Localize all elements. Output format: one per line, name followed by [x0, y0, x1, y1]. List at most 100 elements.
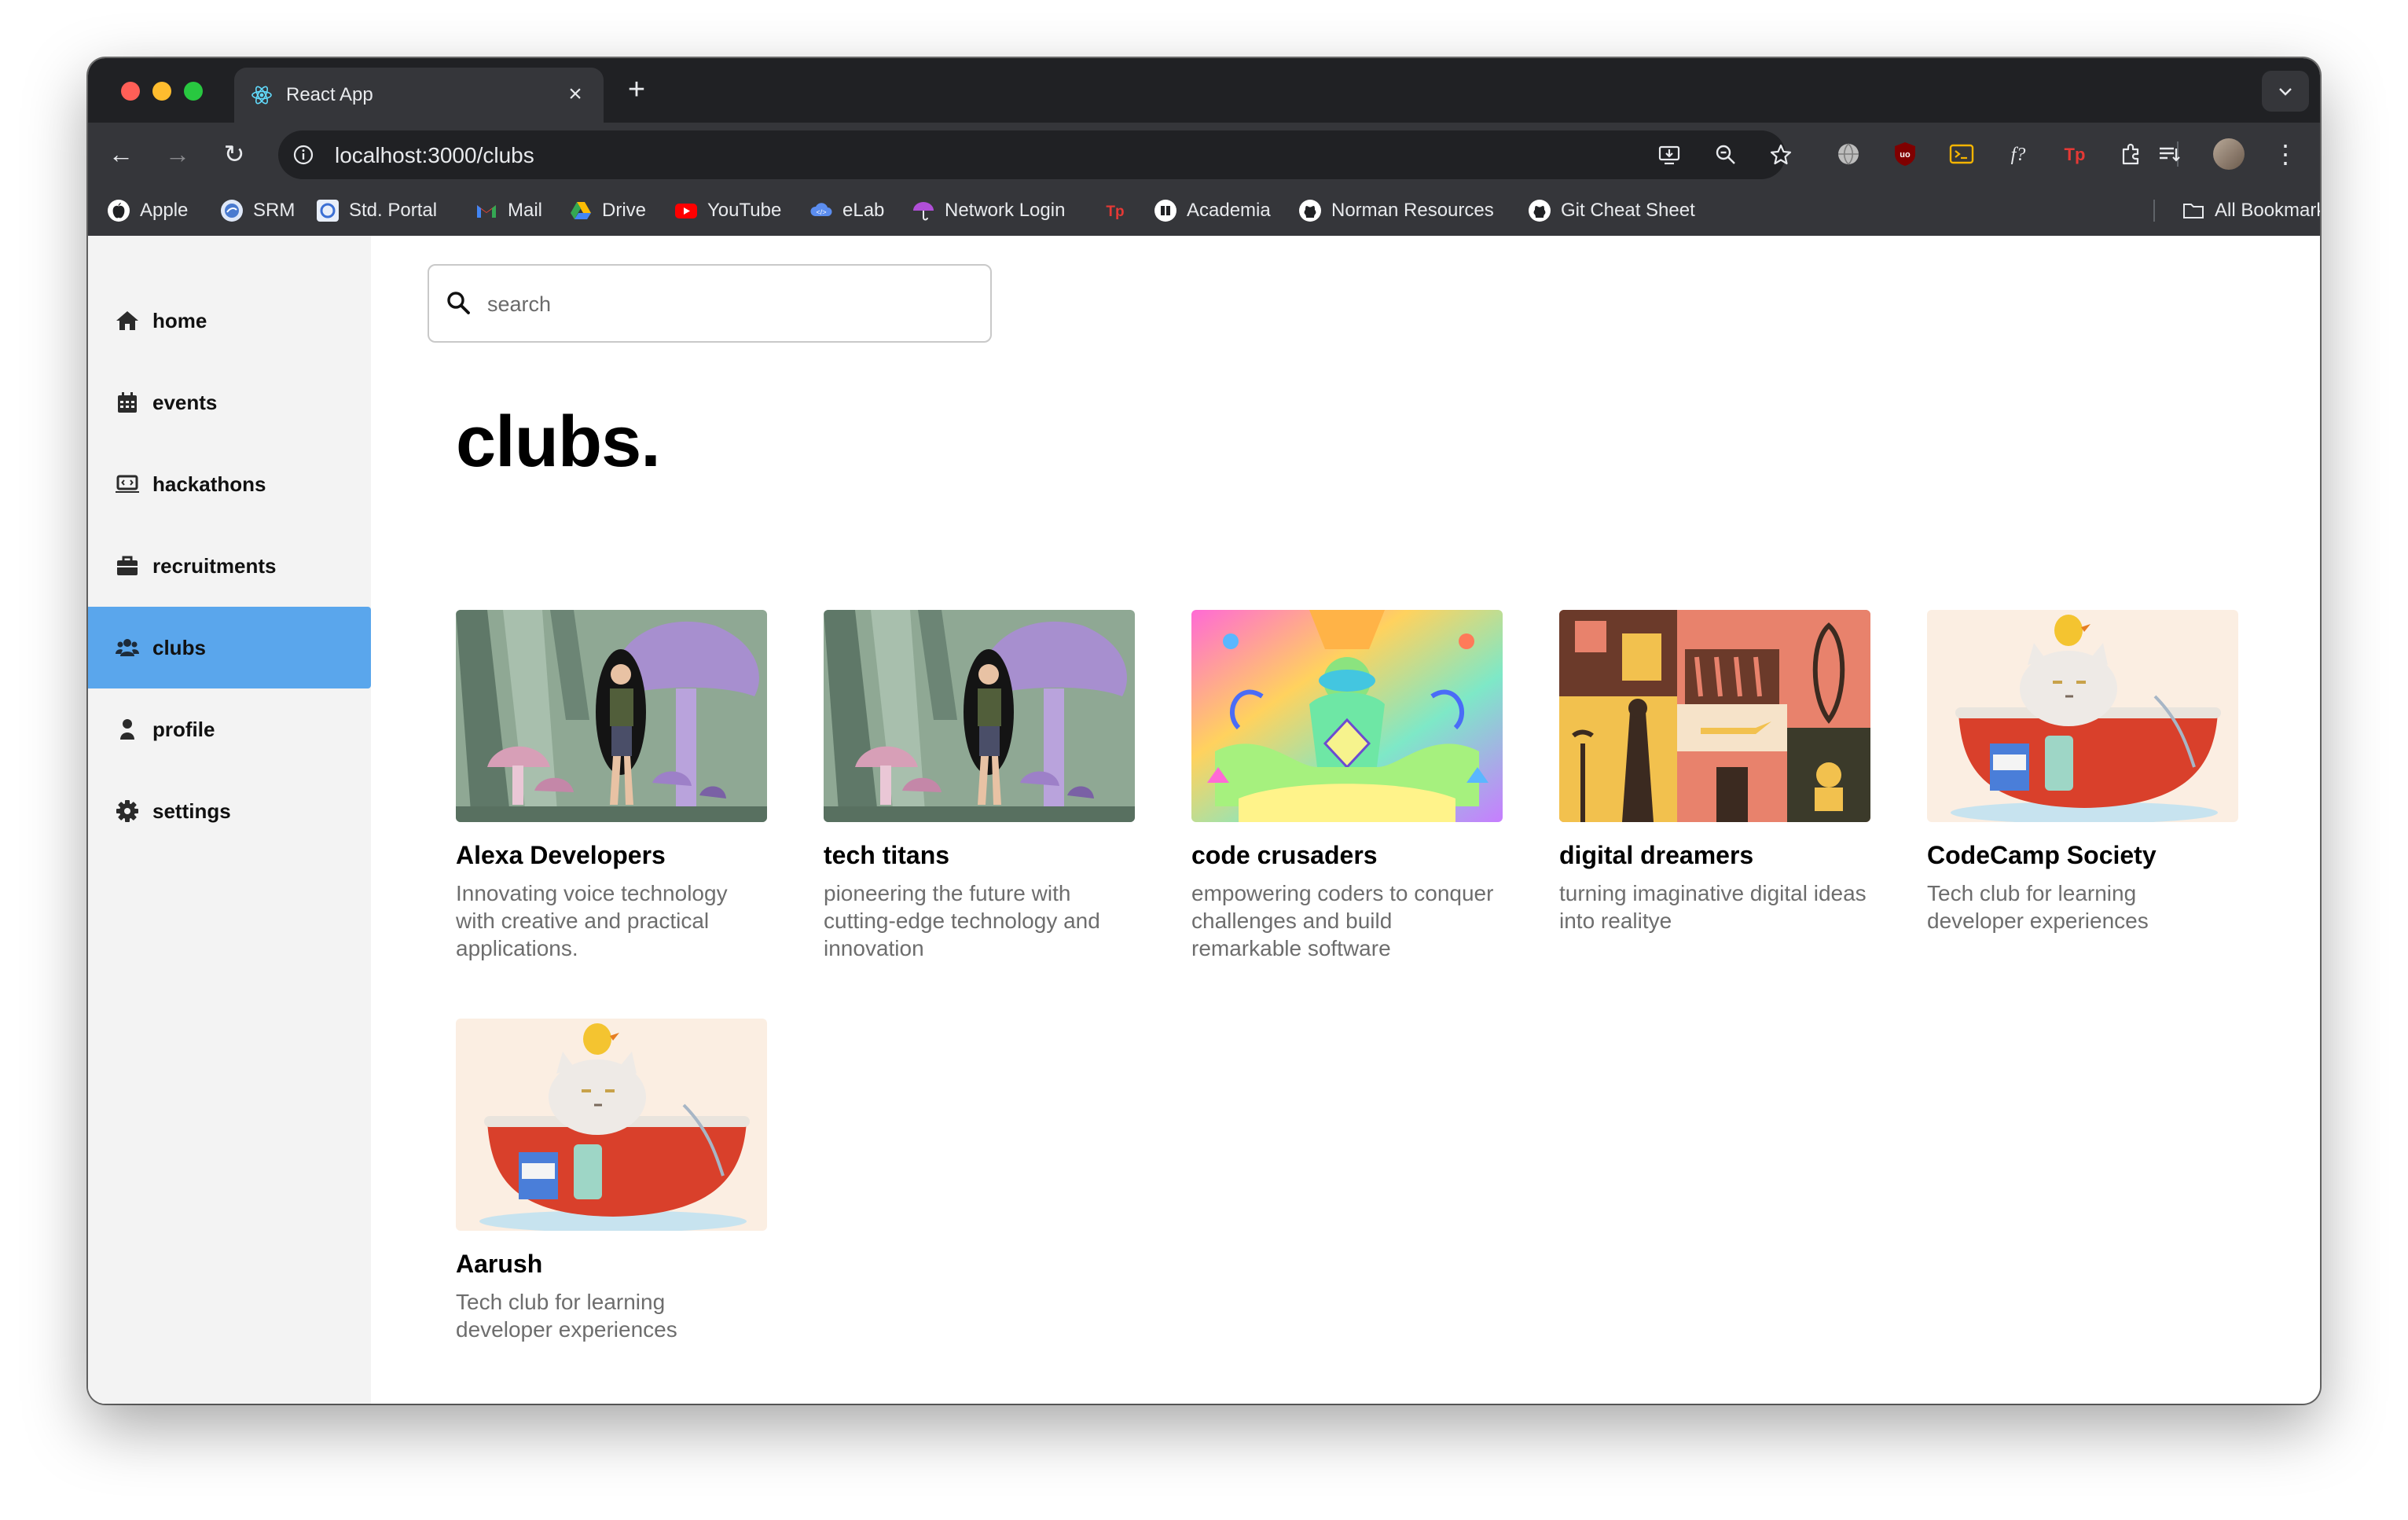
reading-list-icon[interactable]: [2155, 140, 2183, 168]
bookmarks-bar: Apple SRM Std. Portal Mail Drive YouTube…: [88, 185, 2320, 237]
club-image-psychedelic-meditation: [1191, 610, 1503, 822]
club-card[interactable]: CodeCamp Society Tech club for learning …: [1927, 610, 2238, 934]
browser-toolbar: ← → ↻ localhost:3000/clubs uo f? Tp ⋮: [88, 123, 2320, 185]
sidebar-item-recruitments[interactable]: recruitments: [88, 525, 371, 607]
address-bar[interactable]: localhost:3000/clubs: [278, 130, 1792, 179]
sidebar-item-label: clubs: [152, 635, 206, 659]
briefcase-icon: [117, 556, 138, 575]
bookmark-git-cheat-sheet[interactable]: Git Cheat Sheet: [1528, 196, 1695, 225]
github-icon: [1299, 200, 1321, 222]
sidebar-item-label: settings: [152, 799, 231, 823]
zoom-icon[interactable]: [1713, 142, 1738, 167]
search-box: [428, 264, 992, 343]
club-card[interactable]: code crusaders empowering coders to conq…: [1191, 610, 1503, 962]
club-image-mushroom-forest: [456, 610, 767, 822]
club-name: CodeCamp Society: [1927, 841, 2157, 869]
url-text: localhost:3000/clubs: [335, 143, 534, 167]
umbrella-icon: [913, 202, 934, 221]
sidebar-item-events[interactable]: events: [88, 362, 371, 443]
browser-menu-button[interactable]: ⋮: [2270, 138, 2301, 170]
apple-icon: [108, 200, 130, 222]
club-description: Innovating voice technology with creativ…: [456, 881, 728, 960]
bookmark-youtube[interactable]: YouTube: [674, 196, 781, 225]
tab-close-icon[interactable]: ×: [561, 80, 589, 108]
bookmark-norman-resources[interactable]: Norman Resources: [1298, 196, 1494, 225]
club-card[interactable]: Alexa Developers Innovating voice techno…: [456, 610, 767, 962]
club-image-cat-in-bathtub: [1927, 610, 2238, 822]
bookmark-label: Drive: [602, 200, 647, 221]
club-description: Tech club for learning developer experie…: [1927, 881, 2149, 933]
back-button[interactable]: ←: [105, 138, 137, 170]
function-extension-icon[interactable]: f?: [2004, 140, 2032, 168]
tab-strip: React App × +: [88, 58, 2320, 123]
tp-icon: Tp: [1106, 204, 1124, 220]
extensions-puzzle-icon[interactable]: [2117, 140, 2146, 168]
club-name: Alexa Developers: [456, 841, 666, 869]
tab-title: React App: [286, 84, 373, 105]
sidebar-item-label: events: [152, 390, 218, 414]
club-card[interactable]: Aarush Tech club for learning developer …: [456, 1019, 767, 1343]
new-tab-button[interactable]: +: [619, 74, 654, 105]
minimize-window-button[interactable]: [152, 82, 171, 101]
sidebar-item-label: profile: [152, 717, 215, 741]
sidebar-item-settings[interactable]: settings: [88, 770, 371, 852]
club-description: Tech club for learning developer experie…: [456, 1290, 677, 1342]
site-info-icon[interactable]: [292, 144, 314, 166]
bookmark-drive[interactable]: Drive: [569, 196, 646, 225]
all-bookmarks-button[interactable]: All Bookmarks: [2182, 196, 2320, 225]
bookmark-label: SRM: [253, 200, 295, 221]
ublock-extension-icon[interactable]: uo: [1891, 140, 1919, 168]
react-icon: [251, 86, 272, 105]
club-image-cat-in-bathtub: [456, 1019, 767, 1231]
svg-text:Tp: Tp: [1106, 204, 1124, 220]
bookmark-elab[interactable]: </> eLab: [809, 196, 884, 225]
home-icon: [116, 311, 138, 330]
install-app-icon[interactable]: [1657, 142, 1682, 167]
forward-button[interactable]: →: [162, 138, 193, 170]
sidebar-item-label: recruitments: [152, 553, 277, 578]
bookmark-label: Std. Portal: [349, 200, 438, 221]
bookmark-star-icon[interactable]: [1768, 142, 1793, 167]
bookmark-std-portal[interactable]: Std. Portal: [316, 196, 437, 225]
tp-extension-icon[interactable]: Tp: [2061, 140, 2089, 168]
bookmark-apple[interactable]: Apple: [107, 196, 188, 225]
bookmark-label: eLab: [842, 200, 885, 221]
terminal-extension-icon[interactable]: [1947, 140, 1976, 168]
bookmark-srm[interactable]: SRM: [220, 196, 295, 225]
app-page: home events hackathons recruitments club…: [88, 236, 2320, 1404]
search-icon: [447, 292, 470, 314]
club-name: code crusaders: [1191, 841, 1378, 869]
svg-text:</>: </>: [816, 208, 826, 216]
sidebar-item-hackathons[interactable]: hackathons: [88, 443, 371, 525]
laptop-code-icon: [116, 475, 139, 493]
profile-avatar[interactable]: [2213, 138, 2245, 170]
bookmark-label: YouTube: [707, 200, 782, 221]
bookmark-tp[interactable]: Tp: [1103, 196, 1136, 225]
bookmark-mail[interactable]: Mail: [475, 196, 542, 225]
sidebar-item-profile[interactable]: profile: [88, 688, 371, 770]
club-image-mushroom-forest: [824, 610, 1135, 822]
folder-icon: [2183, 204, 2204, 218]
bookmark-academia[interactable]: Academia: [1154, 196, 1271, 225]
club-description: pioneering the future with cutting-edge …: [824, 881, 1100, 960]
bookmark-network-login[interactable]: Network Login: [912, 196, 1065, 225]
close-window-button[interactable]: [121, 82, 140, 101]
club-card[interactable]: tech titans pioneering the future with c…: [824, 610, 1135, 962]
sidebar-item-home[interactable]: home: [88, 280, 371, 362]
tab-react-app[interactable]: React App ×: [234, 68, 604, 123]
club-card[interactable]: digital dreamers turning imaginative dig…: [1559, 610, 1870, 934]
search-input[interactable]: [486, 286, 976, 322]
globe-extension-icon[interactable]: [1834, 140, 1863, 168]
sidebar-item-clubs[interactable]: clubs: [88, 607, 371, 688]
page-title: clubs.: [456, 402, 661, 482]
user-icon: [120, 719, 134, 740]
chevron-down-icon: [2279, 88, 2292, 96]
maximize-window-button[interactable]: [184, 82, 203, 101]
tab-search-button[interactable]: [2262, 71, 2309, 112]
bookmark-label: Network Login: [945, 200, 1066, 221]
all-bookmarks-label: All Bookmarks: [2215, 200, 2320, 221]
browser-window: React App × + ← → ↻ localhost:3000/clubs: [88, 58, 2320, 1404]
bookmark-label: Git Cheat Sheet: [1561, 200, 1695, 221]
portal-icon: [317, 200, 339, 222]
reload-button[interactable]: ↻: [218, 138, 250, 170]
